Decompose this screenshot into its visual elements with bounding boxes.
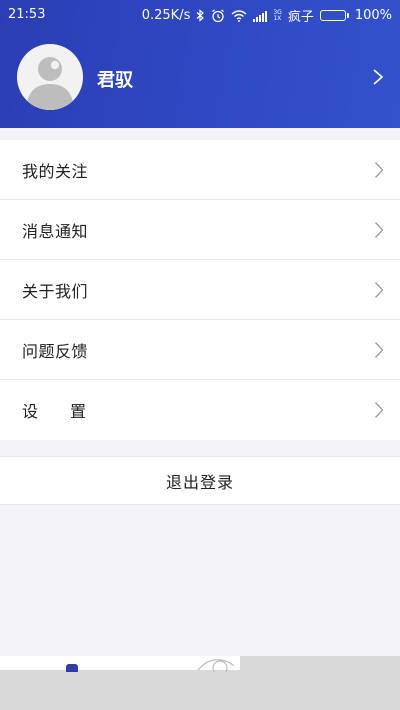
network-speed: 0.25K/s xyxy=(141,8,191,23)
network-type: 3G 1X xyxy=(273,8,282,22)
user-avatar-icon[interactable] xyxy=(17,44,83,110)
chevron-right-icon xyxy=(375,402,384,418)
chevron-right-icon xyxy=(375,282,384,298)
tab-icon-fragment-outline xyxy=(197,659,235,672)
menu-item-about-us[interactable]: 关于我们 xyxy=(0,260,400,320)
menu-item-feedback[interactable]: 问题反馈 xyxy=(0,320,400,380)
chevron-right-icon xyxy=(375,222,384,238)
chevron-right-icon xyxy=(375,342,384,358)
status-time: 21:53 xyxy=(8,7,46,22)
menu-item-label: 消息通知 xyxy=(22,221,89,241)
wifi-icon xyxy=(231,9,247,22)
bluetooth-icon xyxy=(196,9,205,22)
profile-screen: 21:53 0.25K/s 3G 1X 疯子 100% 君驭 我的关注 消息通知… xyxy=(0,0,400,710)
chevron-right-icon xyxy=(373,69,384,85)
status-indicators: 0.25K/s 3G 1X 疯子 100% xyxy=(142,6,392,25)
battery-percent: 100% xyxy=(354,8,392,23)
settings-menu: 我的关注 消息通知 关于我们 问题反馈 设 置 xyxy=(0,140,400,440)
menu-item-label: 问题反馈 xyxy=(22,341,89,361)
carrier-name: 疯子 xyxy=(287,10,314,25)
logout-label: 退出登录 xyxy=(165,472,234,492)
username: 君驭 xyxy=(97,70,133,91)
bottom-bar-fragment xyxy=(0,656,400,710)
menu-item-label: 关于我们 xyxy=(22,281,89,301)
signal-icon xyxy=(253,10,268,22)
menu-item-settings[interactable]: 设 置 xyxy=(0,380,400,440)
chevron-right-icon xyxy=(375,162,384,178)
status-bar: 21:53 0.25K/s 3G 1X 疯子 100% xyxy=(0,0,400,30)
alarm-icon xyxy=(212,9,225,22)
tab-icon-fragment xyxy=(66,664,78,672)
logout-button[interactable]: 退出登录 xyxy=(0,456,400,505)
profile-header: 21:53 0.25K/s 3G 1X 疯子 100% 君驭 xyxy=(0,0,400,128)
menu-item-label: 设 置 xyxy=(22,402,87,421)
profile-row[interactable]: 君驭 xyxy=(0,44,400,114)
menu-item-following[interactable]: 我的关注 xyxy=(0,140,400,200)
menu-item-label: 我的关注 xyxy=(22,161,89,181)
battery-icon xyxy=(319,10,349,21)
menu-item-notifications[interactable]: 消息通知 xyxy=(0,200,400,260)
